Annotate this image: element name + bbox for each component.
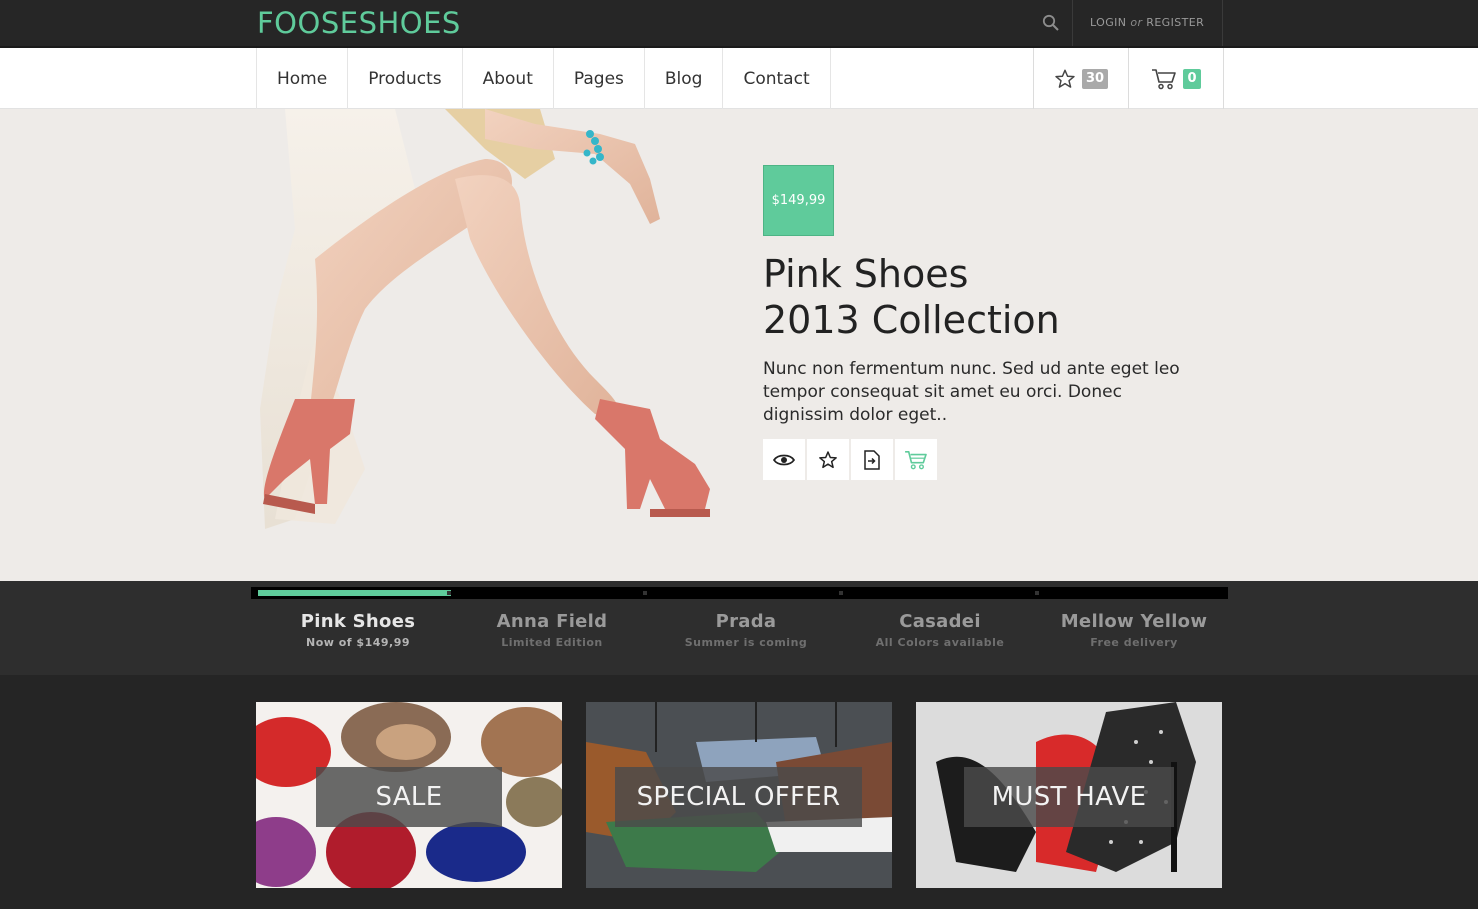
- nav-item-products[interactable]: Products: [348, 48, 463, 109]
- top-divider-right: [1222, 0, 1223, 46]
- progress-tick: [839, 591, 843, 595]
- search-button[interactable]: [1036, 10, 1066, 36]
- slide-tab-subtitle: Limited Edition: [501, 636, 603, 649]
- slide-tab-mellow-yellow[interactable]: Mellow Yellow Free delivery: [1037, 611, 1231, 649]
- top-divider: [1072, 0, 1073, 46]
- nav-item-blog[interactable]: Blog: [645, 48, 724, 109]
- promo-label: SALE: [316, 767, 502, 827]
- cart-count-badge: 0: [1183, 68, 1201, 89]
- hero-actions: [763, 439, 937, 480]
- wishlist-count-badge: 30: [1081, 68, 1109, 89]
- progress-tick: [447, 591, 451, 595]
- slide-tab-casadei[interactable]: Casadei All Colors available: [843, 611, 1037, 649]
- progress-tick: [643, 591, 647, 595]
- auth-separator: or: [1130, 16, 1143, 29]
- slider-progress-track: [251, 587, 1228, 599]
- add-to-cart-button[interactable]: [895, 439, 937, 480]
- quick-view-button[interactable]: [763, 439, 805, 480]
- star-icon: [819, 450, 837, 468]
- nav-tools: 30 0: [1033, 48, 1224, 109]
- search-icon: [1042, 14, 1059, 31]
- slide-tab-anna-field[interactable]: Anna Field Limited Edition: [455, 611, 649, 649]
- document-icon: [864, 449, 880, 470]
- nav-menu: Home Products About Pages Blog Contact: [256, 48, 831, 109]
- promo-must-have[interactable]: MUST HAVE: [916, 702, 1222, 888]
- login-link[interactable]: LOGIN: [1090, 16, 1126, 29]
- slide-tab-subtitle: All Colors available: [875, 636, 1005, 649]
- progress-tick: [1035, 591, 1039, 595]
- slide-tab-pink-shoes[interactable]: Pink Shoes Now of $149,99: [261, 611, 455, 649]
- add-to-wishlist-button[interactable]: [807, 439, 849, 480]
- nav-item-pages[interactable]: Pages: [554, 48, 645, 109]
- hero-description: Nunc non fermentum nunc. Sed ud ante ege…: [763, 359, 1180, 425]
- main-navbar: Home Products About Pages Blog Contact 3…: [0, 48, 1478, 109]
- slide-tabs: Pink Shoes Now of $149,99 Anna Field Lim…: [261, 611, 1231, 649]
- slider-navigation: Pink Shoes Now of $149,99 Anna Field Lim…: [0, 581, 1478, 675]
- slide-tab-title: Casadei: [899, 611, 981, 632]
- top-bar: FOOSESHOES LOGIN or REGISTER: [0, 0, 1478, 48]
- slide-tab-title: Pink Shoes: [300, 611, 416, 632]
- promo-label: SPECIAL OFFER: [615, 767, 862, 827]
- hero-image: [260, 109, 710, 529]
- slider-progress-fill: [258, 590, 451, 596]
- promo-section: SALE SPECIAL OFFER MUST HAVE: [0, 675, 1478, 909]
- hero-slide: $149,99 Pink Shoes 2013 Collection Nunc …: [0, 109, 1478, 581]
- promo-label: MUST HAVE: [964, 767, 1174, 827]
- cart-icon: [1152, 68, 1177, 89]
- hero-title-line2: 2013 Collection: [763, 298, 1060, 342]
- auth-links: LOGIN or REGISTER: [1090, 16, 1204, 29]
- promo-special-offer[interactable]: SPECIAL OFFER: [586, 702, 892, 888]
- hero-title: Pink Shoes 2013 Collection: [763, 251, 1060, 343]
- promo-sale[interactable]: SALE: [256, 702, 562, 888]
- star-icon: [1055, 69, 1075, 88]
- slide-tab-prada[interactable]: Prada Summer is coming: [649, 611, 843, 649]
- nav-item-about[interactable]: About: [463, 48, 554, 109]
- nav-item-home[interactable]: Home: [257, 48, 349, 109]
- cart-button[interactable]: 0: [1129, 48, 1224, 109]
- slide-tab-title: Prada: [715, 611, 777, 632]
- cart-icon: [905, 450, 927, 469]
- nav-item-contact[interactable]: Contact: [723, 48, 831, 109]
- slide-tab-subtitle: Summer is coming: [684, 636, 808, 649]
- wishlist-button[interactable]: 30: [1034, 48, 1129, 109]
- slide-tab-subtitle: Now of $149,99: [305, 636, 411, 649]
- slide-tab-title: Anna Field: [496, 611, 608, 632]
- details-button[interactable]: [851, 439, 893, 480]
- site-logo[interactable]: FOOSESHOES: [257, 6, 461, 40]
- hero-title-line1: Pink Shoes: [763, 252, 969, 296]
- register-link[interactable]: REGISTER: [1146, 16, 1204, 29]
- slide-tab-subtitle: Free delivery: [1090, 636, 1178, 649]
- slide-tab-title: Mellow Yellow: [1060, 611, 1208, 632]
- eye-icon: [773, 454, 795, 465]
- price-tag: $149,99: [763, 165, 834, 236]
